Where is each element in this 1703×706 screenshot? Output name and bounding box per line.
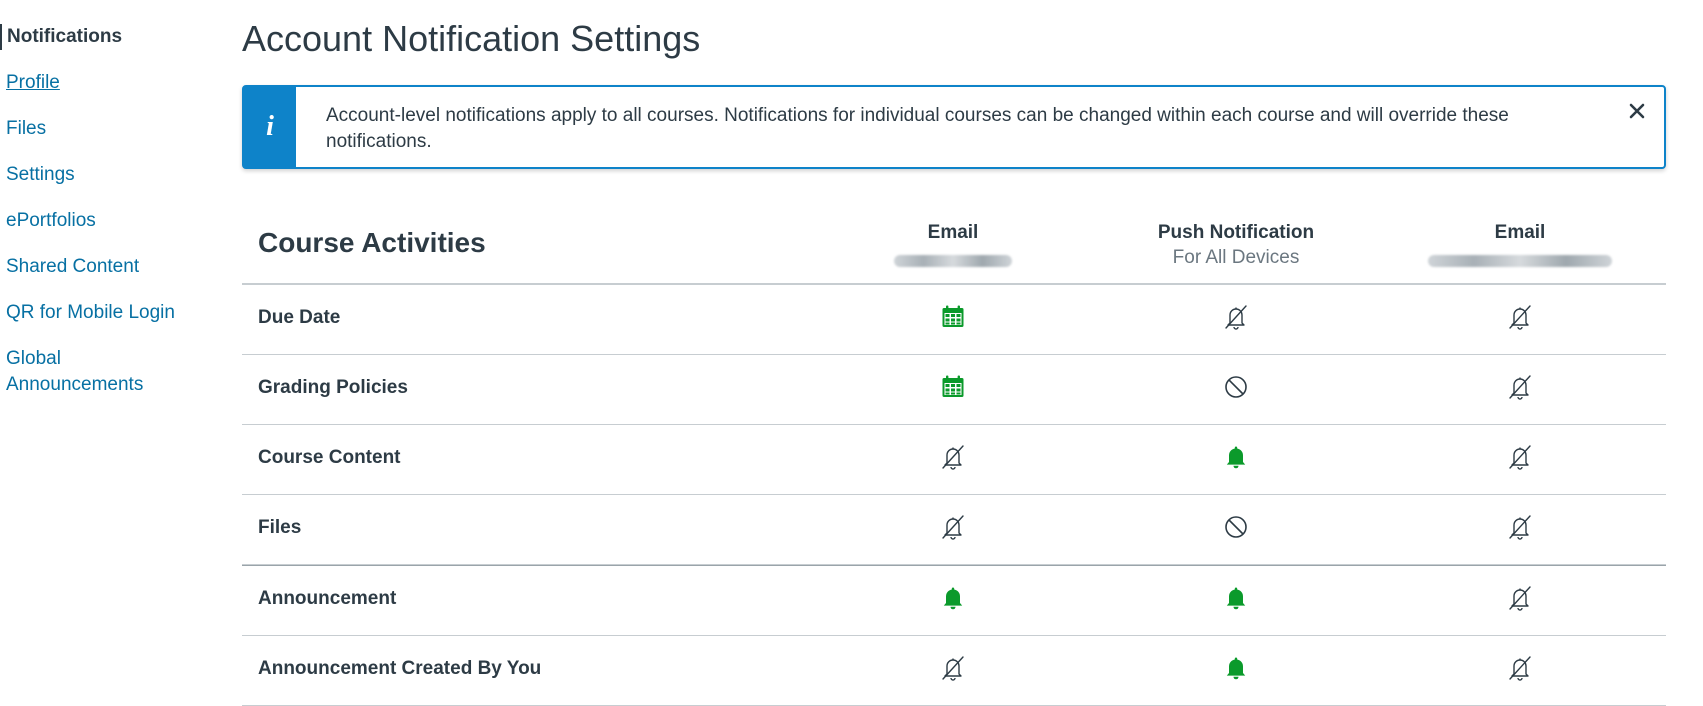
notification-setting-email-button[interactable] — [923, 636, 983, 705]
bell-icon — [940, 585, 966, 616]
notification-setting-push-notification-button[interactable] — [1206, 636, 1266, 705]
column-subtitle — [823, 245, 1083, 271]
table-row: Course Content — [242, 425, 1666, 495]
notification-setting-email-2-button[interactable] — [1490, 285, 1550, 354]
table-row: Due Date — [242, 285, 1666, 355]
column-header-email: Email — [823, 221, 1083, 271]
notification-setting-push-notification-button[interactable] — [1206, 425, 1266, 494]
notification-setting-push-notification-button[interactable] — [1206, 285, 1266, 354]
column-header-email-2: Email — [1390, 221, 1650, 271]
table-header: Course Activities Email Push Notificatio… — [242, 205, 1666, 285]
bell-off-icon — [1507, 655, 1533, 686]
blocked-icon — [1223, 374, 1249, 405]
bell-off-icon — [1507, 444, 1533, 475]
info-icon: i — [244, 87, 296, 167]
sidebar-item-profile[interactable]: Profile — [0, 70, 205, 96]
notification-setting-email-button[interactable] — [923, 425, 983, 494]
bell-off-icon — [1507, 585, 1533, 616]
sidebar-item-settings[interactable]: Settings — [0, 162, 205, 188]
bell-off-icon — [940, 655, 966, 686]
column-subtitle: For All Devices — [1172, 247, 1300, 268]
bell-icon — [1223, 585, 1249, 616]
notification-setting-email-2-button[interactable] — [1490, 636, 1550, 705]
column-header-push: Push Notification For All Devices — [1106, 221, 1366, 271]
calendar-icon — [940, 304, 966, 335]
account-sidebar: Notifications Profile Files Settings ePo… — [0, 24, 205, 418]
column-title: Email — [1494, 222, 1546, 243]
email-address-redacted — [1428, 254, 1612, 267]
bell-off-icon — [940, 514, 966, 545]
notification-setting-email-2-button[interactable] — [1490, 425, 1550, 494]
bell-icon — [1223, 655, 1249, 686]
notification-setting-push-notification-button[interactable] — [1206, 495, 1266, 564]
sidebar-item-qr-mobile-login[interactable]: QR for Mobile Login — [0, 300, 205, 326]
notification-setting-push-notification-button[interactable] — [1206, 355, 1266, 424]
bell-off-icon — [1507, 374, 1533, 405]
info-icon-glyph: i — [266, 111, 274, 142]
notification-setting-email-2-button[interactable] — [1490, 566, 1550, 635]
table-row: Announcement — [242, 565, 1666, 636]
row-label: Grading Policies — [258, 377, 408, 398]
column-title: Email — [927, 222, 979, 243]
notification-setting-email-2-button[interactable] — [1490, 355, 1550, 424]
sidebar-item-notifications[interactable]: Notifications — [0, 24, 205, 50]
row-label: Course Content — [258, 447, 401, 468]
bell-icon — [1223, 444, 1249, 475]
table-row: Announcement Created By You — [242, 636, 1666, 706]
close-alert-button[interactable] — [1610, 87, 1664, 167]
sidebar-item-eportfolios[interactable]: ePortfolios — [0, 208, 205, 234]
row-label: Announcement — [258, 588, 397, 609]
bell-off-icon — [1507, 514, 1533, 545]
sidebar-item-global-announcements[interactable]: Global Announcements — [0, 346, 156, 398]
row-label: Announcement Created By You — [258, 658, 542, 679]
row-label: Due Date — [258, 307, 341, 328]
notification-setting-email-button[interactable] — [923, 566, 983, 635]
bell-off-icon — [940, 444, 966, 475]
table-row: Grading Policies — [242, 355, 1666, 425]
close-icon — [1629, 103, 1645, 119]
section-title: Course Activities — [258, 227, 486, 258]
page-title: Account Notification Settings — [242, 18, 701, 59]
email-address-redacted — [894, 254, 1012, 267]
alert-message: Account-level notifications apply to all… — [326, 105, 1509, 152]
info-alert: i Account-level notifications apply to a… — [242, 85, 1666, 169]
column-subtitle — [1390, 245, 1650, 271]
sidebar-item-files[interactable]: Files — [0, 116, 205, 142]
notification-setting-email-2-button[interactable] — [1490, 495, 1550, 564]
bell-off-icon — [1507, 304, 1533, 335]
sidebar-item-shared-content[interactable]: Shared Content — [0, 254, 205, 280]
table-row: Files — [242, 495, 1666, 565]
row-label: Files — [258, 517, 302, 538]
notification-table: Course Activities Email Push Notificatio… — [242, 205, 1666, 706]
notification-setting-push-notification-button[interactable] — [1206, 566, 1266, 635]
table-body: Due Date Grading Policies Course Content Fi… — [242, 285, 1666, 706]
notification-setting-email-button[interactable] — [923, 285, 983, 354]
notification-setting-email-button[interactable] — [923, 355, 983, 424]
calendar-icon — [940, 374, 966, 405]
blocked-icon — [1223, 514, 1249, 545]
column-title: Push Notification — [1157, 222, 1315, 243]
notification-setting-email-button[interactable] — [923, 495, 983, 564]
bell-off-icon — [1223, 304, 1249, 335]
